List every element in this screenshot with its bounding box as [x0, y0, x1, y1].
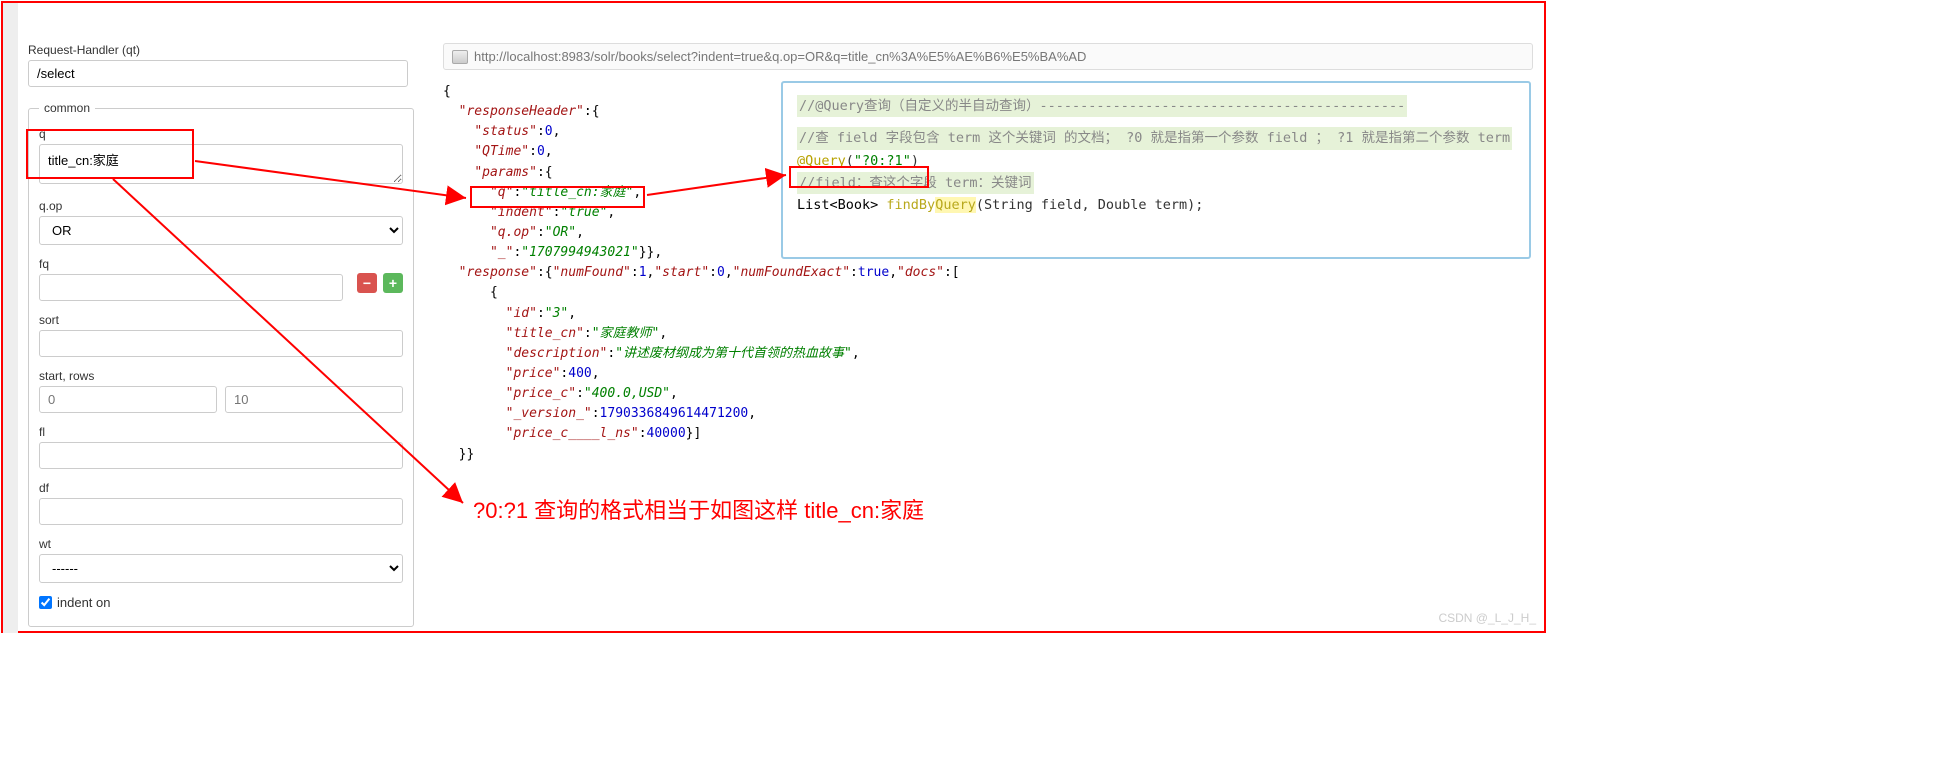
sort-label: sort [39, 313, 403, 327]
annotation-text: ?0:?1 查询的格式相当于如图这样 title_cn:家庭 [473, 493, 924, 525]
qop-select[interactable]: OR [39, 216, 403, 245]
common-fieldset: common q title_cn:家庭 q.op OR fq − + [28, 101, 414, 627]
wt-select[interactable]: ------ [39, 554, 403, 583]
startrows-row: start, rows [39, 369, 403, 413]
screenshot-frame: Request-Handler (qt) common q title_cn:家… [1, 1, 1546, 633]
indent-row: indent on [39, 595, 403, 610]
code-fn-prefix: findBy [886, 197, 935, 213]
fq-buttons: − + [357, 273, 403, 293]
code-return-type: List<Book> [797, 197, 886, 213]
df-row: df [39, 481, 403, 525]
request-handler-row: Request-Handler (qt) [28, 43, 408, 87]
fl-input[interactable] [39, 442, 403, 469]
df-input[interactable] [39, 498, 403, 525]
code-comment-1: //@Query查询（自定义的半自动查询）-------------------… [797, 95, 1407, 117]
indent-label: indent on [57, 595, 111, 610]
startrows-label: start, rows [39, 369, 403, 383]
code-comment-2: //查 field 字段包含 term 这个关键词 的文档； ?0 就是指第一个… [797, 127, 1512, 149]
watermark: CSDN @_L_J_H_ [1438, 611, 1536, 625]
fq-row: fq − + [39, 257, 403, 301]
request-handler-input[interactable] [28, 60, 408, 87]
url-text: http://localhost:8983/solr/books/select?… [474, 49, 1086, 64]
left-sidebar-stub [3, 3, 18, 633]
start-input[interactable] [39, 386, 217, 413]
highlight-q-param [470, 186, 645, 208]
wt-row: wt ------ [39, 537, 403, 583]
df-label: df [39, 481, 403, 495]
highlight-code-query [789, 166, 929, 188]
fl-row: fl [39, 425, 403, 469]
highlight-q-input [26, 129, 194, 179]
qop-row: q.op OR [39, 199, 403, 245]
sort-row: sort [39, 313, 403, 357]
qop-label: q.op [39, 199, 403, 213]
wt-label: wt [39, 537, 403, 551]
url-bar[interactable]: http://localhost:8983/solr/books/select?… [443, 43, 1533, 70]
code-signature: (String field, Double term); [976, 197, 1204, 213]
rows-input[interactable] [225, 386, 403, 413]
common-legend: common [39, 101, 95, 115]
remove-fq-button[interactable]: − [357, 273, 377, 293]
add-fq-button[interactable]: + [383, 273, 403, 293]
request-handler-label: Request-Handler (qt) [28, 43, 408, 57]
fl-label: fl [39, 425, 403, 439]
fq-label: fq [39, 257, 403, 271]
link-icon [452, 50, 468, 64]
sort-input[interactable] [39, 330, 403, 357]
code-fn-highlight: Query [935, 197, 976, 213]
fq-input[interactable] [39, 274, 343, 301]
indent-checkbox[interactable] [39, 596, 52, 609]
